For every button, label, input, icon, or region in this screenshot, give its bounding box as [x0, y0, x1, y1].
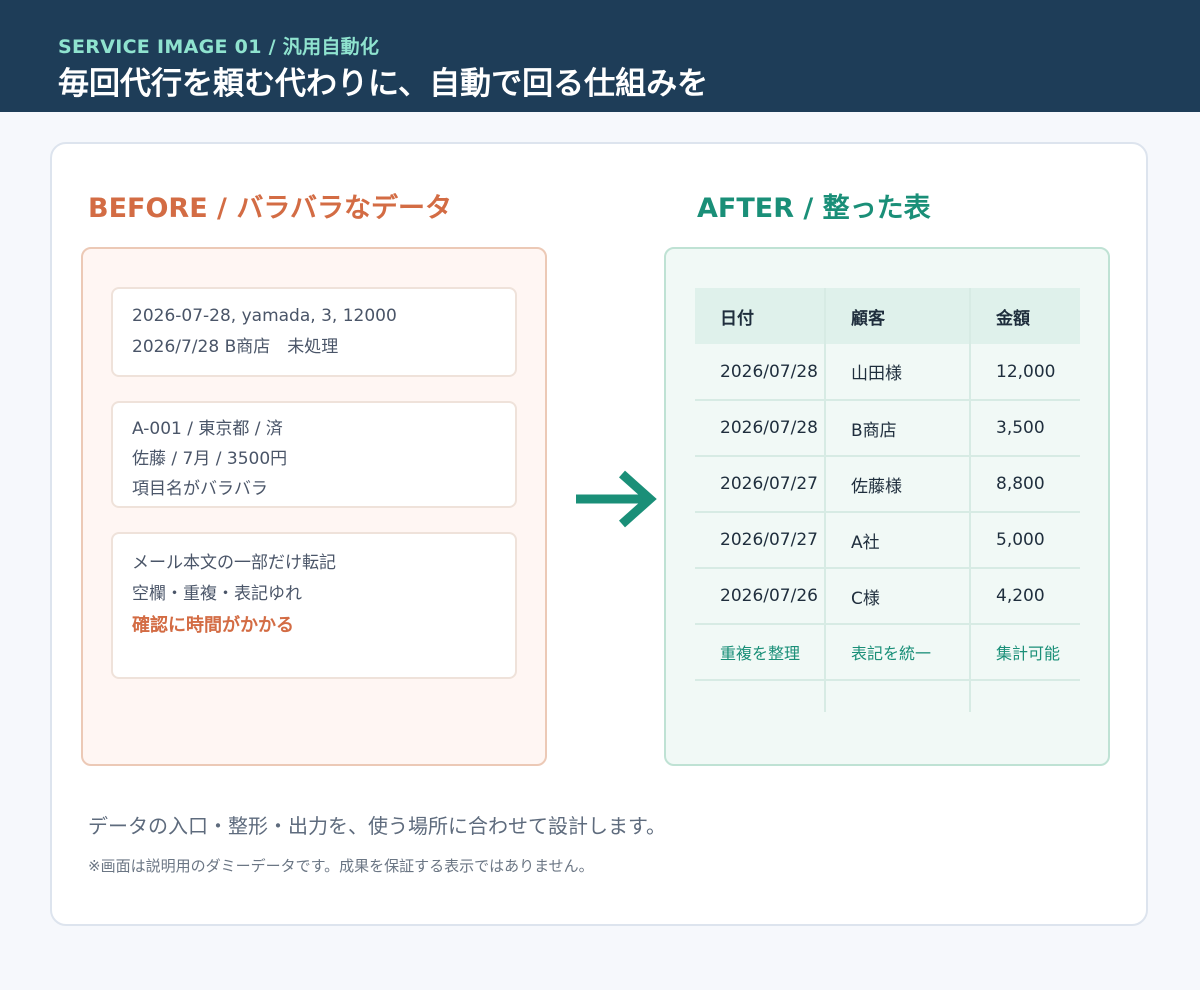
after-heading: AFTER / 整った表: [697, 193, 931, 224]
note-line: 2026/7/28 B商店 未処理: [132, 337, 339, 357]
result-table: 日付 顧客 金額 2026/07/28 山田様 12,000 2026/07/2…: [695, 288, 1080, 712]
page-title: 毎回代行を頼む代わりに、自動で回る仕組みを: [58, 66, 709, 102]
table-row: 2026/07/27 佐藤様 8,800: [695, 456, 1080, 513]
benefit-dedupe: 重複を整理: [695, 624, 826, 681]
note-line: メール本文の一部だけ転記: [132, 553, 336, 573]
cell-customer: 山田様: [825, 344, 971, 401]
cell-date: 2026/07/28: [695, 400, 826, 457]
note-line: 2026-07-28, yamada, 3, 12000: [132, 306, 397, 326]
cell-customer: B商店: [825, 400, 971, 457]
benefit-row: 重複を整理 表記を統一 集計可能: [695, 624, 1080, 681]
table-row: 2026/07/28 B商店 3,500: [695, 400, 1080, 457]
column-header-date: 日付: [695, 288, 826, 344]
before-heading: BEFORE / バラバラなデータ: [88, 193, 453, 224]
empty-row: [695, 680, 1080, 712]
cell-amount: 12,000: [970, 344, 1080, 401]
cell-customer: A社: [825, 512, 971, 569]
cell-customer: 佐藤様: [825, 456, 971, 513]
header-banner: SERVICE IMAGE 01 / 汎用自動化 毎回代行を頼む代わりに、自動で…: [0, 0, 1200, 112]
note-line: A-001 / 東京都 / 済: [132, 419, 283, 439]
cell-customer: C様: [825, 568, 971, 625]
problem-callout: 確認に時間がかかる: [132, 615, 294, 636]
benefit-aggregate: 集計可能: [970, 624, 1080, 681]
cell-amount: 3,500: [970, 400, 1080, 457]
note-line: 佐藤 / 7月 / 3500円: [132, 449, 288, 469]
summary-caption: データの入口・整形・出力を、使う場所に合わせて設計します。: [88, 814, 666, 838]
raw-note-slash: A-001 / 東京都 / 済 佐藤 / 7月 / 3500円 項目名がバラバラ: [111, 401, 517, 508]
table-row: 2026/07/27 A社 5,000: [695, 512, 1080, 569]
table-row: 2026/07/28 山田様 12,000: [695, 344, 1080, 401]
service-label: SERVICE IMAGE 01 / 汎用自動化: [58, 36, 380, 58]
table-row: 2026/07/26 C様 4,200: [695, 568, 1080, 625]
table-header-row: 日付 顧客 金額: [695, 288, 1080, 344]
benefit-normalize: 表記を統一: [825, 624, 971, 681]
raw-note-email: メール本文の一部だけ転記 空欄・重複・表記ゆれ 確認に時間がかかる: [111, 532, 517, 679]
cell-amount: 4,200: [970, 568, 1080, 625]
cell-amount: 8,800: [970, 456, 1080, 513]
column-header-amount: 金額: [970, 288, 1080, 344]
cell-date: 2026/07/26: [695, 568, 826, 625]
note-line: 空欄・重複・表記ゆれ: [132, 584, 302, 604]
column-header-customer: 顧客: [825, 288, 971, 344]
cell-amount: 5,000: [970, 512, 1080, 569]
cell-date: 2026/07/27: [695, 512, 826, 569]
arrow-right-icon: [576, 470, 657, 528]
note-line: 項目名がバラバラ: [132, 479, 268, 499]
raw-note-csv: 2026-07-28, yamada, 3, 12000 2026/7/28 B…: [111, 287, 517, 377]
cell-date: 2026/07/28: [695, 344, 826, 401]
cell-date: 2026/07/27: [695, 456, 826, 513]
disclaimer-note: ※画面は説明用のダミーデータです。成果を保証する表示ではありません。: [88, 857, 594, 875]
